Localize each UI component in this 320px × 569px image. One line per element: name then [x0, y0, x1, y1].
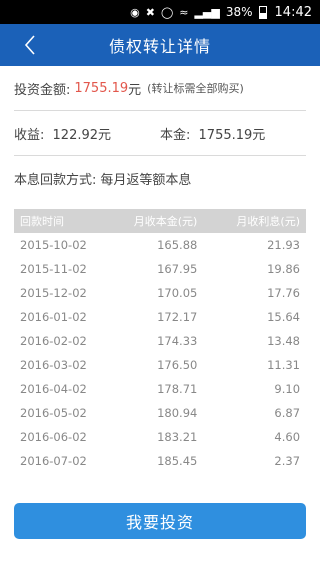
repay-date: 2016-06-02: [20, 430, 87, 444]
monthly-principal: 176.50: [157, 358, 198, 372]
monthly-principal: 167.95: [157, 262, 198, 276]
status-bar: ◉ ✖ ◯ ≈ ▂▄▆ 38% 14:42: [0, 0, 320, 24]
table-row: 2016-01-02 172.17 15.64: [14, 305, 306, 329]
repay-method-label: 本息回款方式:: [14, 173, 97, 188]
monthly-principal: 178.71: [157, 382, 198, 396]
table-row: 2016-04-02 178.71 9.10: [14, 377, 306, 401]
repay-method-row: 本息回款方式: 每月返等额本息: [14, 156, 306, 201]
table-header: 回款时间 月收本金(元) 月收利息(元): [14, 209, 306, 233]
table-row: 2016-02-02 174.33 13.48: [14, 329, 306, 353]
monthly-principal: 183.21: [157, 430, 198, 444]
chevron-left-icon: [24, 35, 35, 55]
monthly-interest: 17.76: [267, 286, 301, 300]
monthly-principal: 165.88: [157, 238, 198, 252]
repay-date: 2015-12-02: [20, 286, 87, 300]
signal-icon: ▂▄▆: [194, 5, 220, 19]
income-value: 122.92元: [52, 127, 112, 143]
monthly-principal: 170.05: [157, 286, 198, 300]
table-row: 2016-03-02 176.50 11.31: [14, 353, 306, 377]
back-button[interactable]: [18, 33, 42, 57]
repay-date: 2016-01-02: [20, 310, 87, 324]
monthly-interest: 9.10: [274, 382, 301, 396]
repay-date: 2016-05-02: [20, 406, 87, 420]
repay-date: 2015-10-02: [20, 238, 87, 252]
invest-amount-value: 1755.19: [74, 80, 129, 96]
monthly-principal: 180.94: [157, 406, 198, 420]
repay-date: 2016-07-02: [20, 454, 87, 468]
table-row: 2015-10-02 165.88 21.93: [14, 233, 306, 257]
invest-note: (转让标需全部购买): [147, 82, 244, 95]
monthly-principal: 174.33: [157, 334, 198, 348]
invest-amount-row: 投资金额: 1755.19 元 (转让标需全部购买): [14, 66, 306, 111]
monthly-interest: 21.93: [267, 238, 301, 252]
table-row: 2015-12-02 170.05 17.76: [14, 281, 306, 305]
eye-icon: ◉: [130, 5, 140, 19]
page-title: 债权转让详情: [108, 37, 211, 56]
header-repay-date: 回款时间: [20, 215, 64, 228]
income-label: 收益:: [14, 127, 45, 143]
battery-icon: [258, 5, 267, 19]
alarm-icon: ◯: [160, 5, 174, 19]
invest-amount-unit: 元: [128, 82, 142, 98]
monthly-interest: 4.60: [274, 430, 301, 444]
title-bar: 债权转让详情: [0, 24, 320, 66]
table-row: 2016-07-02 185.45 2.37: [14, 449, 306, 473]
monthly-interest: 11.31: [267, 358, 301, 372]
header-monthly-interest: 月收利息(元): [236, 215, 301, 228]
clock-time: 14:42: [274, 4, 312, 20]
wifi-icon: ≈: [179, 5, 189, 19]
monthly-interest: 6.87: [274, 406, 301, 420]
principal-label: 本金:: [160, 127, 191, 143]
monthly-interest: 19.86: [267, 262, 301, 276]
principal-field: 本金: 1755.19元: [160, 124, 306, 143]
battery-percent: 38%: [225, 5, 253, 19]
repay-date: 2015-11-02: [20, 262, 87, 276]
repayment-table: 回款时间 月收本金(元) 月收利息(元) 2015-10-02 165.88 2…: [14, 209, 306, 473]
header-monthly-principal: 月收本金(元): [133, 215, 198, 228]
income-principal-row: 收益: 122.92元 本金: 1755.19元: [14, 111, 306, 156]
repay-date: 2016-03-02: [20, 358, 87, 372]
invest-amount-label: 投资金额:: [14, 82, 71, 98]
monthly-interest: 13.48: [267, 334, 301, 348]
mute-icon: ✖: [145, 5, 155, 19]
table-row: 2015-11-02 167.95 19.86: [14, 257, 306, 281]
table-row: 2016-05-02 180.94 6.87: [14, 401, 306, 425]
repay-date: 2016-04-02: [20, 382, 87, 396]
repay-date: 2016-02-02: [20, 334, 87, 348]
repay-method-value: 每月返等额本息: [100, 173, 192, 188]
invest-button[interactable]: 我要投资: [14, 503, 306, 539]
table-row: 2016-06-02 183.21 4.60: [14, 425, 306, 449]
monthly-principal: 172.17: [157, 310, 198, 324]
monthly-principal: 185.45: [157, 454, 198, 468]
principal-value: 1755.19元: [198, 127, 266, 143]
income-field: 收益: 122.92元: [14, 124, 160, 143]
monthly-interest: 15.64: [267, 310, 301, 324]
monthly-interest: 2.37: [274, 454, 301, 468]
